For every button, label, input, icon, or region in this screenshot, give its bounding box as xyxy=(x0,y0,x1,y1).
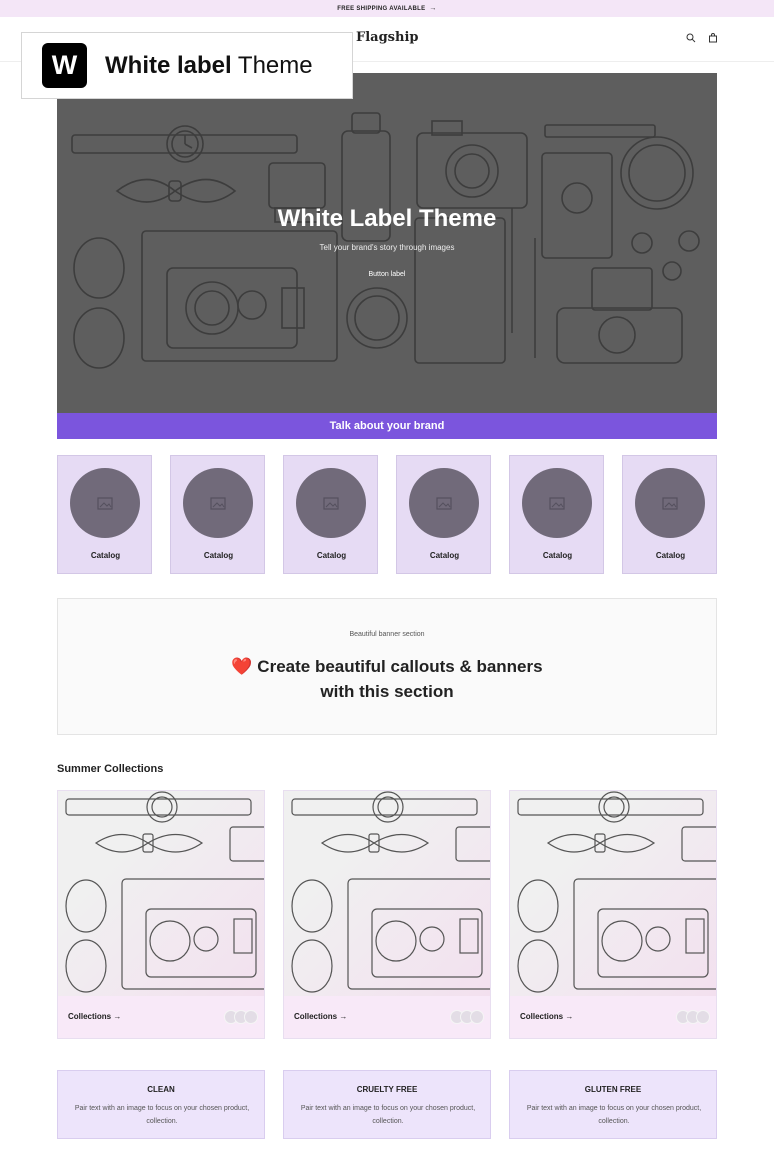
arrow-right-icon: → xyxy=(429,5,437,12)
image-placeholder-icon xyxy=(70,468,140,538)
collection-link[interactable]: Collections → xyxy=(294,1012,347,1021)
catalog-label: Catalog xyxy=(203,551,234,560)
announcement-bar[interactable]: FREE SHIPPING AVAILABLE → xyxy=(0,0,774,17)
feature-description: Pair text with an image to focus on your… xyxy=(526,1105,702,1125)
catalog-label: Catalog xyxy=(655,551,686,560)
hero-subtitle: Tell your brand's story through images xyxy=(319,243,455,252)
collection-link[interactable]: Collections → xyxy=(68,1012,121,1021)
collection-image xyxy=(284,791,490,996)
collection-image xyxy=(510,791,716,996)
catalog-card[interactable]: Catalog xyxy=(170,455,265,574)
catalog-card[interactable]: Catalog xyxy=(283,455,378,574)
collection-card[interactable]: Collections → xyxy=(57,790,265,1039)
collection-card[interactable]: Collections → xyxy=(509,790,717,1039)
catalog-label: Catalog xyxy=(316,551,347,560)
feature-description: Pair text with an image to focus on your… xyxy=(300,1105,476,1125)
feature-title: CLEAN xyxy=(147,1085,175,1094)
hero-title: White Label Theme xyxy=(277,205,497,232)
image-placeholder-icon xyxy=(522,468,592,538)
hero-banner: White Label Theme Tell your brand's stor… xyxy=(57,73,717,413)
image-placeholder-icon xyxy=(296,468,366,538)
announcement-text: FREE SHIPPING AVAILABLE xyxy=(337,5,426,12)
hero-button[interactable]: Button label xyxy=(354,264,421,285)
swatch-group xyxy=(450,1010,484,1024)
catalog-label: Catalog xyxy=(90,551,121,560)
catalog-card[interactable]: Catalog xyxy=(396,455,491,574)
image-placeholder-icon xyxy=(409,468,479,538)
search-icon[interactable] xyxy=(686,33,696,43)
feature-description: Pair text with an image to focus on your… xyxy=(74,1105,250,1125)
feature-card: GLUTEN FREE Pair text with an image to f… xyxy=(509,1070,717,1139)
feature-title: GLUTEN FREE xyxy=(584,1085,642,1094)
catalog-card[interactable]: Catalog xyxy=(509,455,604,574)
banner-heading: ❤️ Create beautiful callouts & banners w… xyxy=(58,654,716,704)
catalog-label: Catalog xyxy=(429,551,460,560)
white-label-badge: W White label Theme xyxy=(21,32,353,99)
badge-title: White label Theme xyxy=(105,52,313,80)
talk-about-brand-bar: Talk about your brand xyxy=(57,413,717,439)
catalog-card[interactable]: Catalog xyxy=(622,455,717,574)
image-placeholder-icon xyxy=(183,468,253,538)
feature-card: CLEAN Pair text with an image to focus o… xyxy=(57,1070,265,1139)
badge-logo: W xyxy=(42,43,87,88)
swatch-group xyxy=(676,1010,710,1024)
collection-image xyxy=(58,791,264,996)
section-title: Summer Collections xyxy=(57,763,164,775)
cart-icon[interactable] xyxy=(708,33,718,43)
badge-title-rest: Theme xyxy=(237,51,313,79)
banner-heading-line1: Create beautiful callouts & banners xyxy=(257,657,543,676)
swatch-group xyxy=(224,1010,258,1024)
callout-banner: Beautiful banner section ❤️ Create beaut… xyxy=(57,598,717,735)
collection-link[interactable]: Collections → xyxy=(520,1012,573,1021)
banner-eyebrow: Beautiful banner section xyxy=(349,631,425,638)
store-logo[interactable]: Flagship xyxy=(356,30,418,45)
catalog-label: Catalog xyxy=(542,551,573,560)
banner-heading-line2: with this section xyxy=(320,682,454,701)
feature-card: CRUELTY FREE Pair text with an image to … xyxy=(283,1070,491,1139)
catalog-card[interactable]: Catalog xyxy=(57,455,152,574)
heart-icon: ❤️ xyxy=(231,657,253,676)
collection-card[interactable]: Collections → xyxy=(283,790,491,1039)
badge-title-bold: White label xyxy=(105,51,232,79)
image-placeholder-icon xyxy=(635,468,705,538)
feature-title: CRUELTY FREE xyxy=(356,1085,418,1094)
